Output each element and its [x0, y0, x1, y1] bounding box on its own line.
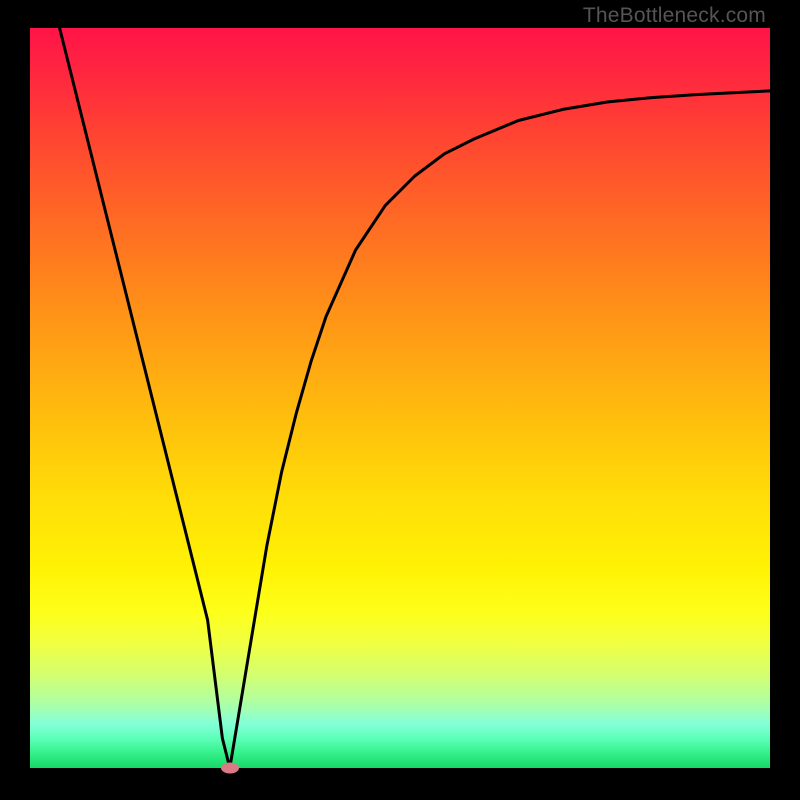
minimum-marker: [221, 763, 239, 774]
watermark-text: TheBottleneck.com: [583, 4, 766, 28]
curve-svg: [30, 28, 770, 768]
bottleneck-curve: [60, 28, 770, 768]
chart-frame: TheBottleneck.com: [0, 0, 800, 800]
plot-area: [30, 28, 770, 768]
